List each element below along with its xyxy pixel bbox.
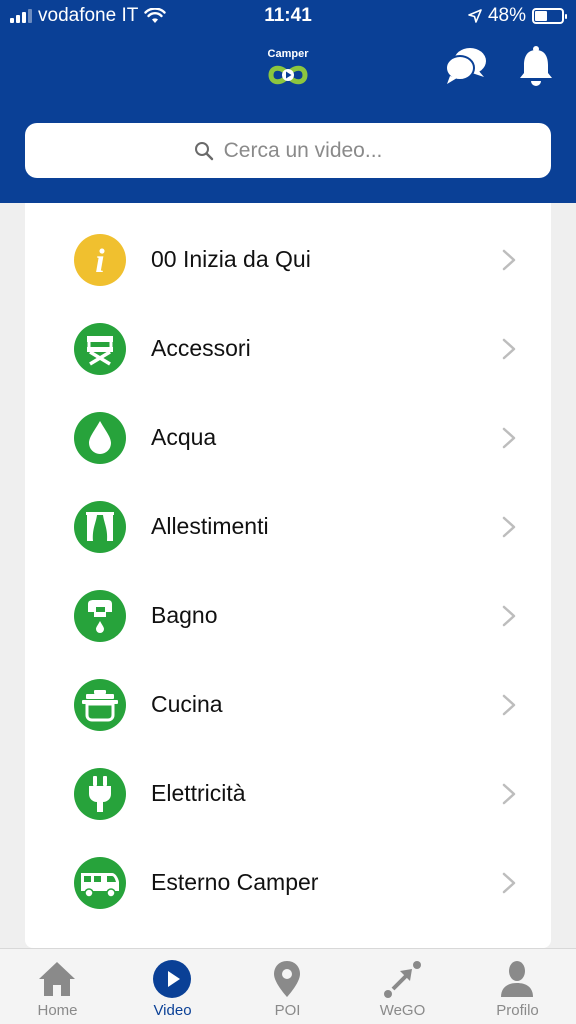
faucet-icon — [74, 589, 126, 642]
info-icon: i — [74, 233, 126, 286]
route-arrow-icon — [382, 959, 422, 999]
bell-icon — [520, 46, 552, 86]
home-icon — [37, 959, 77, 999]
director-chair-icon — [74, 322, 126, 375]
tab-label: Video — [153, 1002, 192, 1019]
svg-text:i: i — [95, 243, 105, 280]
location-arrow-icon — [468, 9, 482, 23]
tab-label: Profilo — [496, 1002, 539, 1019]
user-icon — [497, 959, 537, 999]
list-item[interactable]: Accessori — [25, 304, 551, 393]
chat-button[interactable] — [444, 44, 488, 88]
camper-van-icon — [74, 856, 126, 909]
list-item[interactable]: Acqua — [25, 393, 551, 482]
plug-icon — [74, 767, 126, 820]
chevron-right-icon — [502, 338, 516, 359]
notifications-button[interactable] — [516, 44, 556, 88]
tab-profilo[interactable]: Profilo — [460, 949, 575, 1024]
tab-label: WeGO — [379, 1002, 426, 1019]
chevron-right-icon — [502, 783, 516, 804]
status-bar: vodafone IT 11:41 48% — [0, 0, 576, 34]
tab-poi[interactable]: POI — [230, 949, 345, 1024]
chevron-right-icon — [502, 516, 516, 537]
list-item-label: Accessori — [151, 335, 251, 361]
cooking-pot-icon — [74, 678, 126, 731]
status-right: 48% — [468, 5, 567, 27]
tab-label: POI — [274, 1002, 301, 1019]
list-item-label: Elettricità — [151, 780, 246, 806]
list-item[interactable]: Cucina — [25, 660, 551, 749]
video-category-list: i 00 Inizia da Qui Accessori Acqua Alles… — [25, 203, 551, 948]
chevron-right-icon — [502, 605, 516, 626]
water-drop-icon — [74, 411, 126, 464]
list-item-label: Esterno Camper — [151, 869, 319, 895]
infinity-play-icon — [268, 65, 308, 85]
chevron-right-icon — [502, 872, 516, 893]
curtains-icon — [74, 500, 126, 553]
play-icon — [152, 959, 192, 999]
battery-fill — [535, 11, 548, 21]
map-pin-icon — [267, 959, 307, 999]
list-item[interactable]: Esterno Camper — [25, 838, 551, 927]
chevron-right-icon — [502, 249, 516, 270]
search-bar[interactable]: Cerca un video... — [25, 123, 551, 178]
battery-percent: 48% — [487, 5, 526, 26]
list-item[interactable]: Allestimenti — [25, 482, 551, 571]
tab-video[interactable]: Video — [115, 949, 230, 1024]
battery-icon — [532, 8, 567, 24]
app-header: vodafone IT 11:41 48% Camper Cerca un vi… — [0, 0, 576, 203]
tab-label: Home — [37, 1002, 78, 1019]
search-icon — [194, 141, 213, 160]
chevron-right-icon — [502, 694, 516, 715]
tab-home[interactable]: Home — [0, 949, 115, 1024]
search-input[interactable]: Cerca un video... — [224, 139, 383, 163]
bottom-tab-bar: Home Video POI WeGO Profilo — [0, 948, 576, 1024]
logo-text: Camper — [267, 48, 309, 60]
list-item[interactable]: i 00 Inizia da Qui — [25, 215, 551, 304]
list-item-label: Bagno — [151, 602, 218, 628]
list-item-label: 00 Inizia da Qui — [151, 246, 311, 272]
list-item[interactable]: Bagno — [25, 571, 551, 660]
camper-logo: Camper — [262, 48, 314, 92]
list-item[interactable]: Elettricità — [25, 749, 551, 838]
chevron-right-icon — [502, 427, 516, 448]
list-item-label: Allestimenti — [151, 513, 269, 539]
list-item-label: Acqua — [151, 424, 217, 450]
chat-bubbles-icon — [445, 48, 486, 84]
list-item-label: Cucina — [151, 691, 223, 717]
tab-wego[interactable]: WeGO — [345, 949, 460, 1024]
